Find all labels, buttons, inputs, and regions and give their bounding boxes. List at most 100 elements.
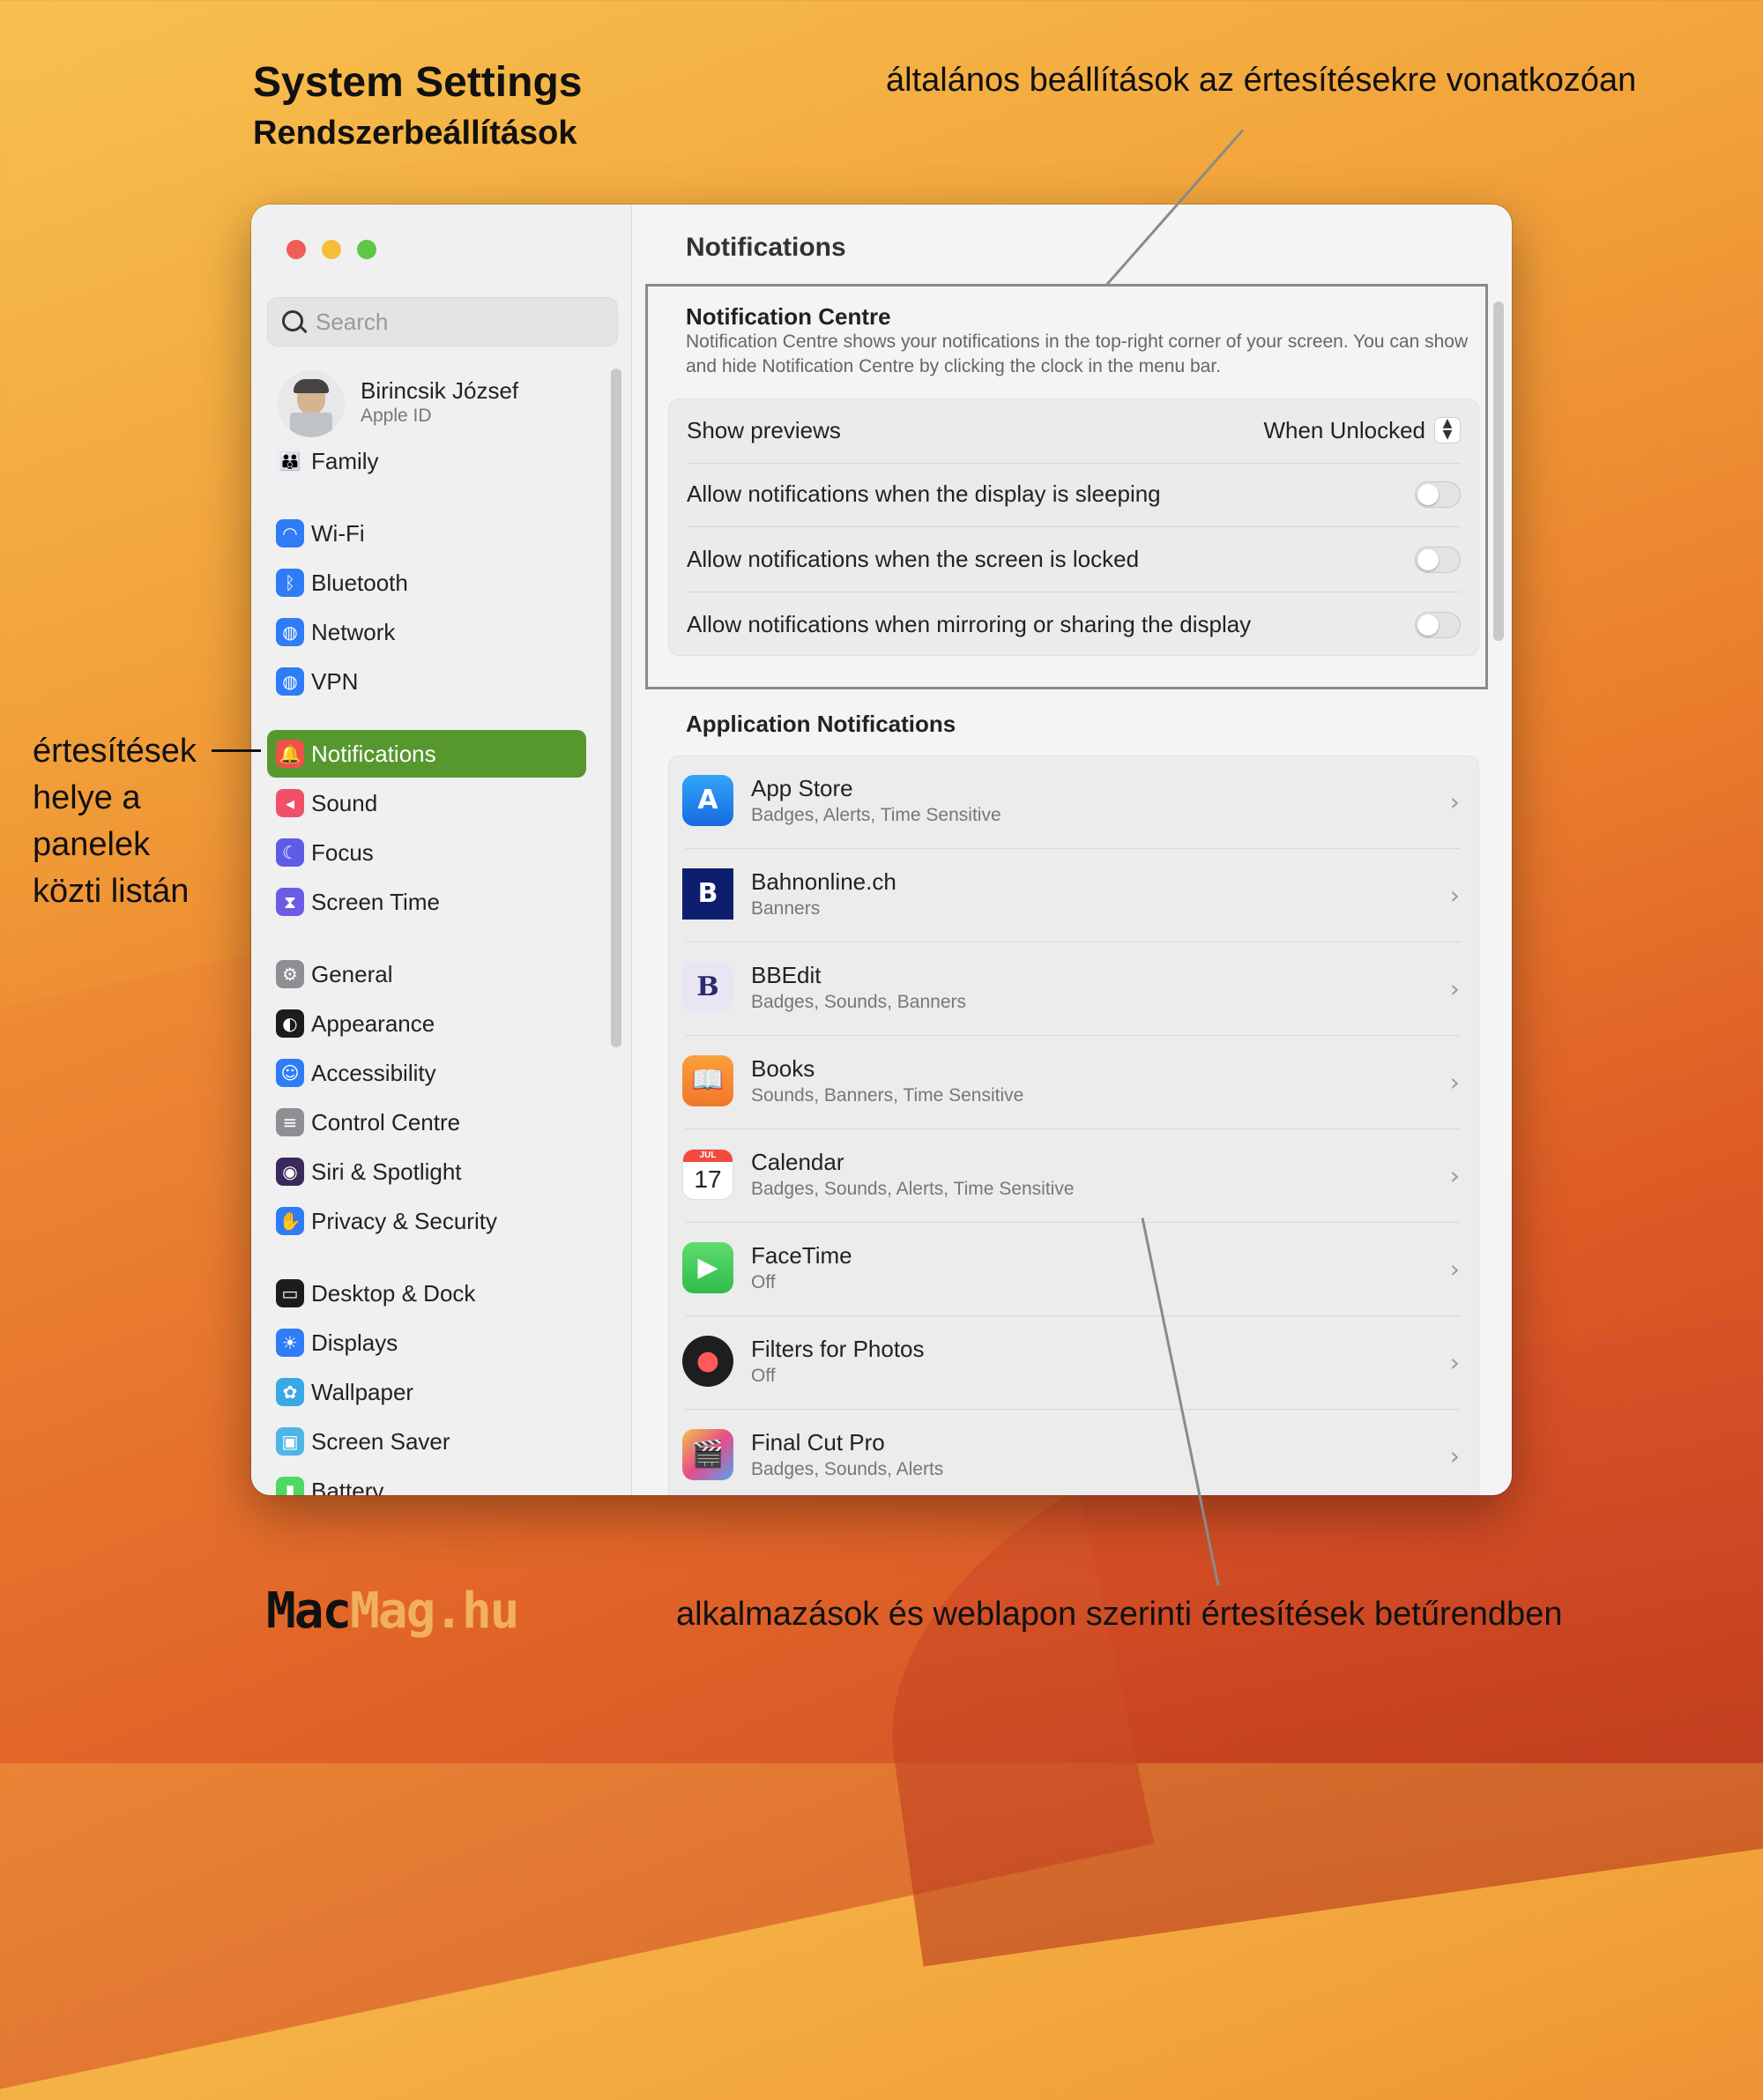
- sidebar-item-label: Accessibility: [311, 1060, 436, 1086]
- show-previews-value[interactable]: When Unlocked: [1263, 417, 1425, 444]
- sidebar-item-appearance[interactable]: ◐ Appearance: [267, 1000, 586, 1047]
- filters-icon: ●: [682, 1336, 733, 1387]
- user-name: Birincsik József: [361, 377, 519, 404]
- sidebar-item-screen-time[interactable]: ⧗ Screen Time: [267, 878, 586, 926]
- sidebar-item-label: Displays: [311, 1329, 398, 1356]
- search-field[interactable]: Search: [267, 297, 618, 346]
- wifi-icon: ◠: [276, 519, 304, 547]
- flower-icon: ✿: [276, 1378, 304, 1406]
- calendar-icon: JUL 17: [682, 1149, 733, 1200]
- toggle-switch[interactable]: [1415, 612, 1461, 638]
- app-name: Calendar: [751, 1149, 844, 1175]
- app-row-books[interactable]: 📖 Books Sounds, Banners, Time Sensitive ›: [668, 1036, 1477, 1129]
- final-cut-icon: 🎬: [682, 1429, 733, 1480]
- chevron-up-down-icon[interactable]: ▲ ▼: [1434, 417, 1461, 443]
- app-notification-types: Banners: [751, 898, 821, 919]
- app-name: Bahnonline.ch: [751, 868, 896, 895]
- sidebar-item-desktop-dock[interactable]: ▭ Desktop & Dock: [267, 1270, 586, 1317]
- screensaver-icon: ▣: [276, 1427, 304, 1456]
- bluetooth-icon: ᛒ: [276, 569, 304, 597]
- sidebar-item-label: Network: [311, 619, 396, 645]
- sidebar-item-label: Sound: [311, 790, 378, 816]
- chevron-right-icon: ›: [1449, 881, 1460, 910]
- sidebar-item-displays[interactable]: ☀ Displays: [267, 1319, 586, 1366]
- sound-icon: ◂: [276, 789, 304, 817]
- app-row-bahnonline-ch[interactable]: B Bahnonline.ch Banners ›: [668, 849, 1477, 942]
- chevron-right-icon: ›: [1449, 974, 1460, 1003]
- annotation-general: általános beállítások az értesítésekre v…: [886, 62, 1637, 99]
- sidebar-item-family[interactable]: 👪 Family: [267, 437, 586, 485]
- sidebar-item-vpn[interactable]: ◍ VPN: [267, 658, 586, 705]
- app-store-icon: A: [682, 775, 733, 826]
- app-notification-types: Badges, Sounds, Alerts: [751, 1459, 944, 1479]
- notification-centre-desc: Notification Centre shows your notificat…: [686, 331, 1469, 376]
- family-icon: 👪: [276, 447, 304, 475]
- annotation-title-en: System Settings: [253, 59, 583, 106]
- app-name: Books: [751, 1055, 815, 1082]
- sidebar-item-label: Notifications: [311, 741, 436, 767]
- search-placeholder: Search: [316, 309, 389, 335]
- app-notification-types: Off: [751, 1272, 776, 1292]
- chevron-right-icon: ›: [1449, 1441, 1460, 1471]
- bahnonline-icon: B: [682, 868, 733, 920]
- sidebar-item-privacy-security[interactable]: ✋ Privacy & Security: [267, 1197, 586, 1245]
- sidebar-item-label: Appearance: [311, 1010, 435, 1037]
- toggle-switch[interactable]: [1415, 547, 1461, 573]
- sidebar-item-battery[interactable]: ▮ Battery: [267, 1467, 586, 1495]
- sun-icon: ☀: [276, 1329, 304, 1357]
- sidebar-item-bluetooth[interactable]: ᛒ Bluetooth: [267, 559, 586, 607]
- calendar-day: 17: [694, 1165, 722, 1193]
- sidebar-item-control-centre[interactable]: ≡ Control Centre: [267, 1098, 586, 1146]
- toggle-label: Allow notifications when the screen is l…: [687, 546, 1140, 572]
- minimize-button[interactable]: [322, 240, 341, 259]
- chevron-right-icon: ›: [1449, 787, 1460, 816]
- hourglass-icon: ⧗: [276, 888, 304, 916]
- sidebar-item-network[interactable]: ◍ Network: [267, 608, 586, 656]
- sidebar-item-label: Focus: [311, 839, 374, 866]
- sidebar-item-accessibility[interactable]: ☺ Accessibility: [267, 1049, 586, 1097]
- user-sub: Apple ID: [361, 406, 432, 426]
- sidebar-item-wi-fi[interactable]: ◠ Wi-Fi: [267, 510, 586, 557]
- chevron-right-icon: ›: [1449, 1068, 1460, 1097]
- show-previews-row[interactable]: Show previews When Unlocked ▲ ▼: [687, 413, 1461, 449]
- app-notification-types: Badges, Alerts, Time Sensitive: [751, 805, 1001, 825]
- sidebar-scrollbar[interactable]: [611, 369, 621, 1047]
- facetime-icon: ▶: [682, 1242, 733, 1293]
- main-scrollbar[interactable]: [1493, 302, 1504, 641]
- appearance-icon: ◐: [276, 1009, 304, 1038]
- app-row-final-cut-pro[interactable]: 🎬 Final Cut Pro Badges, Sounds, Alerts ›: [668, 1410, 1477, 1495]
- sidebar: Search Birincsik József Apple ID 👪 Family…: [251, 205, 632, 1495]
- sidebar-item-general[interactable]: ⚙ General: [267, 950, 586, 998]
- sidebar-item-label: Siri & Spotlight: [311, 1158, 462, 1185]
- app-notification-types: Off: [751, 1366, 776, 1386]
- accessibility-icon: ☺: [276, 1059, 304, 1087]
- chevron-right-icon: ›: [1449, 1348, 1460, 1377]
- toggle-switch[interactable]: [1415, 481, 1461, 508]
- zoom-button[interactable]: [357, 240, 376, 259]
- app-row-bbedit[interactable]: B BBEdit Badges, Sounds, Banners ›: [668, 942, 1477, 1036]
- bell-icon: 🔔: [276, 740, 304, 768]
- main-pane: Notifications Notification Centre Notifi…: [631, 205, 1512, 1495]
- close-button[interactable]: [286, 240, 306, 259]
- app-row-app-store[interactable]: A App Store Badges, Alerts, Time Sensitive…: [668, 756, 1477, 849]
- battery-icon: ▮: [276, 1477, 304, 1495]
- chevron-right-icon: ›: [1449, 1161, 1460, 1190]
- sidebar-item-focus[interactable]: ☾ Focus: [267, 829, 586, 876]
- macmag-logo: MacMag.hu: [266, 1582, 519, 1640]
- sidebar-item-siri-spotlight[interactable]: ◉ Siri & Spotlight: [267, 1148, 586, 1195]
- sidebar-item-notifications[interactable]: 🔔 Notifications: [267, 730, 586, 778]
- toggle-label: Allow notifications when the display is …: [687, 480, 1161, 507]
- sidebar-item-wallpaper[interactable]: ✿ Wallpaper: [267, 1368, 586, 1416]
- bbedit-icon: B: [682, 962, 733, 1013]
- divider: [687, 526, 1461, 527]
- app-notification-types: Sounds, Banners, Time Sensitive: [751, 1085, 1024, 1106]
- hand-icon: ✋: [276, 1207, 304, 1235]
- sidebar-item-screen-saver[interactable]: ▣ Screen Saver: [267, 1418, 586, 1465]
- sidebar-item-label: Screen Saver: [311, 1428, 450, 1455]
- calendar-month: JUL: [683, 1150, 733, 1162]
- app-row-filters-for-photos[interactable]: ● Filters for Photos Off ›: [668, 1316, 1477, 1410]
- sidebar-item-sound[interactable]: ◂ Sound: [267, 779, 586, 827]
- siri-icon: ◉: [276, 1158, 304, 1186]
- app-row-facetime[interactable]: ▶ FaceTime Off ›: [668, 1223, 1477, 1316]
- app-row-calendar[interactable]: JUL 17 Calendar Badges, Sounds, Alerts, Tim…: [668, 1129, 1477, 1223]
